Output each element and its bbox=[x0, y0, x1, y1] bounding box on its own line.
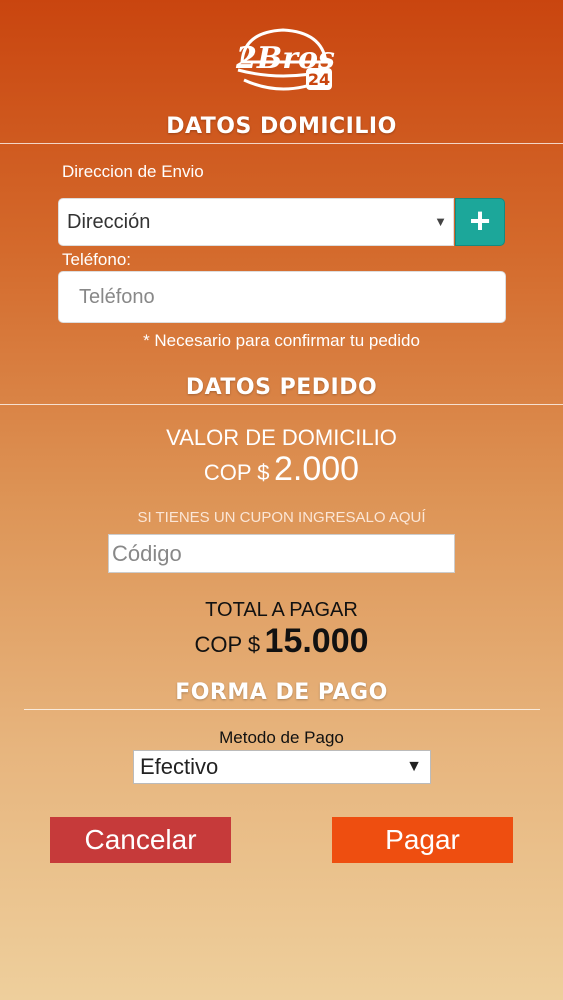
coupon-prompt: SI TIENES UN CUPON INGRESALO AQUÍ bbox=[137, 509, 426, 526]
phone-placeholder: Teléfono bbox=[79, 286, 155, 308]
cancel-button[interactable]: Cancelar bbox=[50, 817, 231, 863]
total-currency: COP $ bbox=[194, 632, 261, 657]
total-value: COP $ 15.000 bbox=[0, 622, 563, 661]
address-label: Direccion de Envio bbox=[62, 162, 204, 181]
divider bbox=[0, 404, 563, 405]
section-title-pago: FORMA DE PAGO bbox=[175, 680, 388, 705]
section-title-domicilio: DATOS DOMICILIO bbox=[166, 114, 397, 139]
logo-badge-text: 24 bbox=[308, 70, 330, 89]
brand-logo: 2Bros 24 bbox=[230, 22, 336, 102]
phone-input[interactable]: Teléfono bbox=[58, 271, 506, 323]
address-select-value: Dirección bbox=[67, 211, 151, 233]
add-address-button[interactable]: + bbox=[455, 198, 505, 246]
plus-icon: + bbox=[469, 200, 491, 241]
divider bbox=[24, 709, 540, 710]
address-select[interactable]: Dirección ▼ bbox=[58, 198, 454, 246]
chevron-down-icon: ▼ bbox=[434, 214, 447, 229]
payment-method-select[interactable]: Efectivo ▼ bbox=[133, 750, 431, 784]
delivery-label: VALOR DE DOMICILIO bbox=[166, 425, 397, 450]
delivery-value: COP $ 2.000 bbox=[0, 450, 563, 489]
payment-method-value: Efectivo bbox=[140, 754, 219, 779]
total-amount: 15.000 bbox=[264, 622, 369, 660]
total-label: TOTAL A PAGAR bbox=[205, 599, 358, 621]
section-title-pedido: DATOS PEDIDO bbox=[185, 375, 378, 400]
coupon-placeholder: Código bbox=[112, 541, 182, 566]
payment-method-label: Metodo de Pago bbox=[219, 728, 344, 747]
delivery-currency: COP $ bbox=[203, 460, 270, 485]
phone-note: * Necesario para confirmar tu pedido bbox=[143, 331, 420, 350]
divider bbox=[0, 143, 563, 144]
coupon-input[interactable]: Código bbox=[108, 534, 455, 573]
pay-button[interactable]: Pagar bbox=[332, 817, 513, 863]
phone-label: Teléfono: bbox=[62, 250, 131, 269]
delivery-amount: 2.000 bbox=[273, 450, 360, 488]
chevron-down-icon: ▼ bbox=[406, 758, 422, 775]
